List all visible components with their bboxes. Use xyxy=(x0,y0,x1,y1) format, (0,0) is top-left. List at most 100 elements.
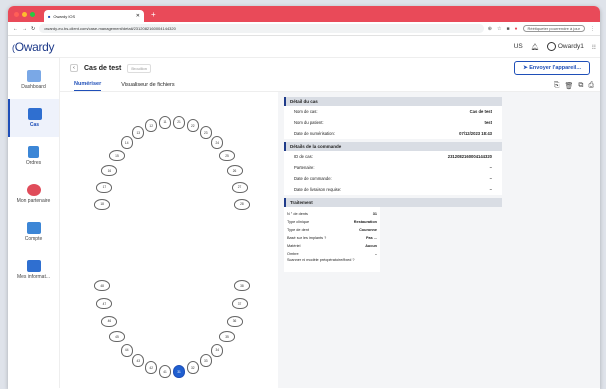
minimize-window-icon[interactable] xyxy=(22,11,27,17)
treatment-value: – xyxy=(374,252,377,256)
url-text: owardy-eu.bs-client.com/case-management/… xyxy=(44,26,176,31)
extension-icon[interactable]: ■ xyxy=(506,26,509,32)
back-icon[interactable]: ← xyxy=(13,26,18,32)
treatment-value: Restauration xyxy=(353,220,377,224)
delete-icon[interactable]: 🗑︎ xyxy=(565,82,574,90)
app-logo[interactable]: (Owardy xyxy=(12,39,55,54)
treatment-row: Ombre – xyxy=(284,250,380,258)
tab-numeriser[interactable]: Numériser xyxy=(74,81,102,91)
tooth-13[interactable]: 13 xyxy=(132,126,145,140)
copy-icon[interactable]: ⧉ xyxy=(578,82,583,90)
detail-label: Date de commande: xyxy=(294,176,332,181)
detail-row: Date de numérisation: 07/12/2023 18:43 xyxy=(284,128,502,139)
maximize-window-icon[interactable] xyxy=(30,11,35,17)
detail-row: Nom du patient: test xyxy=(284,117,502,128)
browser-toolbar-icons: ⊕ ☆ ■ ● Réétiqueter pourrendre à jour ⋮ xyxy=(488,25,595,32)
tooth-25[interactable]: 25 xyxy=(219,150,236,162)
sidebar-item-cas[interactable]: Cas xyxy=(8,99,59,137)
tooth-44[interactable]: 44 xyxy=(120,343,133,357)
tooth-37[interactable]: 37 xyxy=(231,298,248,310)
browser-tab-title: Owardy IOS xyxy=(53,13,76,19)
close-tab-icon[interactable]: ✕ xyxy=(136,13,140,19)
close-window-icon[interactable] xyxy=(14,11,19,17)
status-badge: Brouillon xyxy=(127,63,151,73)
send-button-label: Envoyer l'appareil... xyxy=(529,65,581,71)
tooth-43[interactable]: 43 xyxy=(132,354,145,368)
tooth-16[interactable]: 16 xyxy=(101,165,118,177)
treatment-row: Basé sur les implants ? Pas ... xyxy=(284,234,380,242)
treatment-label: Type clinique xyxy=(287,220,310,224)
sidebar-item-partner[interactable]: Mon partenaire xyxy=(8,175,59,213)
case-toolbar: ‹ Cas de test Brouillon ➤ Envoyer l'appa… xyxy=(60,58,600,78)
tooth-35[interactable]: 35 xyxy=(219,331,236,343)
print-icon[interactable]: ⎙ xyxy=(588,82,594,90)
star-icon[interactable]: ☆ xyxy=(497,26,501,32)
account-icon xyxy=(26,222,41,234)
extension-icon[interactable]: ⊕ xyxy=(488,26,492,32)
detail-row: Date de livraison requise: – xyxy=(284,184,502,195)
treatment-value: Couronne xyxy=(359,228,377,232)
tooth-33[interactable]: 33 xyxy=(199,354,212,368)
sidebar-item-dashboard[interactable]: Dashboard xyxy=(8,61,59,99)
sidebar-item-info[interactable]: Mes informat... xyxy=(8,251,59,289)
tooth-28[interactable]: 28 xyxy=(233,198,250,210)
main-area: ‹ Cas de test Brouillon ➤ Envoyer l'appa… xyxy=(60,58,600,388)
detail-value: – xyxy=(489,187,492,192)
content: 18 17 16 15 14 13 12 11 21 22 23 24 25 26 27 28 48 47 46 45… xyxy=(60,92,600,388)
new-tab-icon[interactable]: + xyxy=(151,10,156,19)
back-button[interactable]: ‹ xyxy=(70,64,78,72)
detail-row: Nom de cas: Cas de test xyxy=(284,106,502,117)
sidebar-item-label: Cas xyxy=(29,122,40,128)
sidebar-item-label: Mes informat... xyxy=(16,274,51,280)
menu-icon[interactable]: ⋮ xyxy=(590,26,595,32)
tooth-14[interactable]: 14 xyxy=(120,136,133,150)
tooth-18[interactable]: 18 xyxy=(94,198,111,210)
sidebar-item-compte[interactable]: Compte xyxy=(8,213,59,251)
apps-grid-icon[interactable]: ⁝⁝ xyxy=(592,43,596,51)
sidebar-item-label: Mon partenaire xyxy=(16,198,51,204)
tooth-27[interactable]: 27 xyxy=(231,181,248,193)
user-menu[interactable]: Owardy1 xyxy=(547,42,584,51)
tooth-17[interactable]: 17 xyxy=(96,181,113,193)
logo-text: Owardy xyxy=(14,39,55,54)
tooth-47[interactable]: 47 xyxy=(96,298,113,310)
reload-icon[interactable]: ↻ xyxy=(31,26,35,32)
treatment-row: N ° de dents 31 xyxy=(284,210,380,218)
tooth-23[interactable]: 23 xyxy=(199,126,212,140)
tooth-15[interactable]: 15 xyxy=(108,150,125,162)
tooth-34[interactable]: 34 xyxy=(211,343,224,357)
tooth-21[interactable]: 21 xyxy=(173,115,186,129)
tooth-24[interactable]: 24 xyxy=(211,136,224,150)
sidebar-item-label: Compte xyxy=(24,236,43,242)
tooth-46[interactable]: 46 xyxy=(101,315,118,327)
tooth-41[interactable]: 41 xyxy=(158,365,171,379)
sidebar-item-ordres[interactable]: Ordres xyxy=(8,137,59,175)
tooth-32[interactable]: 32 xyxy=(186,361,199,375)
tooth-22[interactable]: 22 xyxy=(186,119,199,133)
detail-value: 07/12/2023 18:43 xyxy=(459,131,492,136)
tooth-42[interactable]: 42 xyxy=(145,361,158,375)
detail-label: Partenaire: xyxy=(294,165,315,170)
tab-file-viewer[interactable]: Visualiseur de fichiers xyxy=(121,82,174,91)
tooth-36[interactable]: 36 xyxy=(226,315,243,327)
browser-tab[interactable]: ■ Owardy IOS ✕ xyxy=(44,10,144,22)
url-field[interactable]: owardy-eu.bs-client.com/case-management/… xyxy=(39,24,484,33)
send-button[interactable]: ➤ Envoyer l'appareil... xyxy=(514,61,590,75)
tooth-48[interactable]: 48 xyxy=(94,280,111,292)
section-header: Traitement xyxy=(284,198,502,207)
profile-icon[interactable]: ● xyxy=(514,26,517,32)
language-switch[interactable]: US xyxy=(514,43,523,50)
tooth-26[interactable]: 26 xyxy=(226,165,243,177)
orders-icon xyxy=(28,146,39,158)
export-icon[interactable]: ⎘ xyxy=(554,82,560,90)
tooth-11[interactable]: 11 xyxy=(158,115,171,129)
tooth-12[interactable]: 12 xyxy=(145,119,158,133)
tooth-38[interactable]: 38 xyxy=(233,280,250,292)
notification-bell-icon[interactable]: 🔔︎ xyxy=(531,43,539,51)
forward-icon[interactable]: → xyxy=(22,26,27,32)
partner-handshake-icon xyxy=(26,184,41,196)
tooth-31[interactable]: 31 xyxy=(173,365,186,379)
tooth-45[interactable]: 45 xyxy=(108,331,125,343)
update-pill[interactable]: Réétiqueter pourrendre à jour xyxy=(522,25,585,32)
app-header: (Owardy US 🔔︎ Owardy1 ⁝⁝ xyxy=(8,36,600,58)
